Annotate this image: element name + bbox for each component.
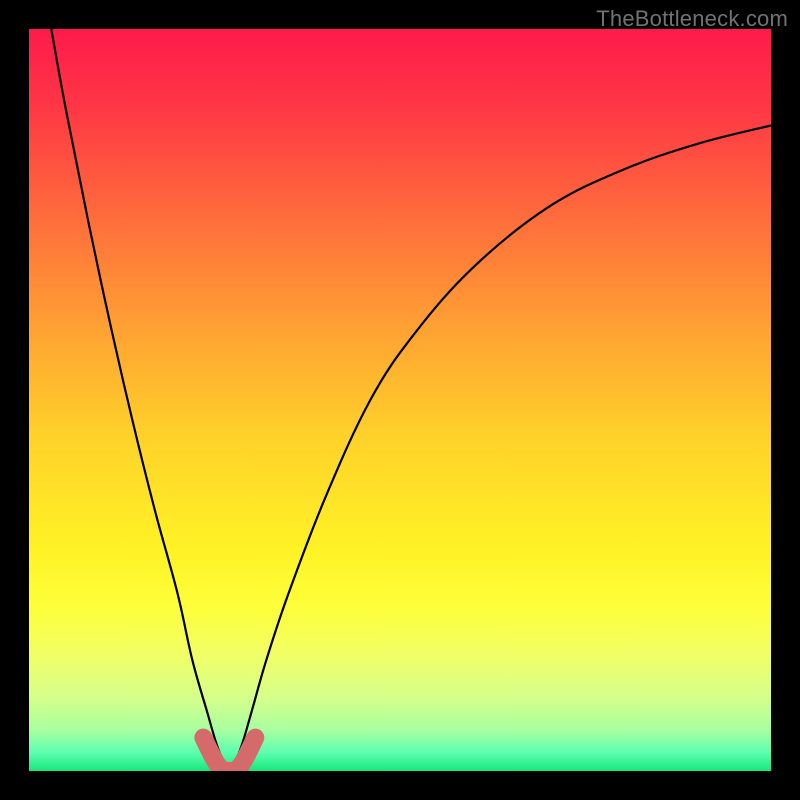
curve-layer bbox=[29, 29, 771, 771]
watermark-text: TheBottleneck.com bbox=[596, 6, 788, 32]
plot-area bbox=[29, 29, 771, 771]
chart-container: TheBottleneck.com bbox=[0, 0, 800, 800]
highlight-range bbox=[203, 738, 255, 771]
main-curve bbox=[51, 29, 771, 771]
